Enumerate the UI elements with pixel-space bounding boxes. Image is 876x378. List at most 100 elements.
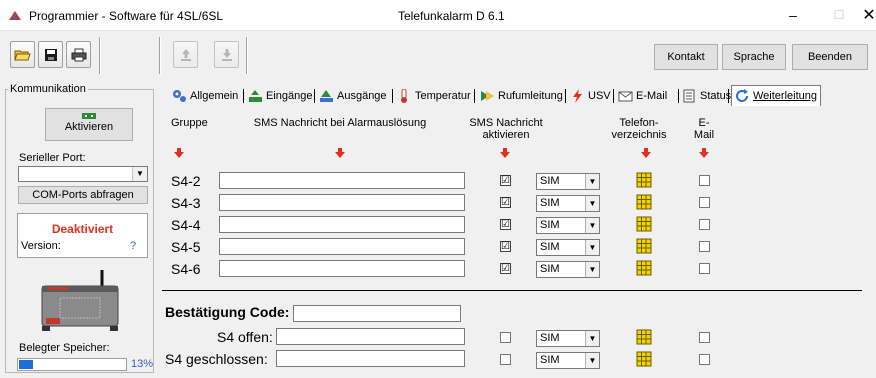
email-checkbox[interactable] <box>699 219 710 230</box>
chevron-down-icon[interactable]: ▼ <box>585 353 599 368</box>
sms-message-input[interactable] <box>219 172 465 189</box>
tab-email[interactable]: E-Mail <box>618 86 667 106</box>
chevron-down-icon[interactable]: ▼ <box>585 331 599 346</box>
version-label: Version: <box>21 240 61 252</box>
sms-message-input[interactable] <box>219 260 465 277</box>
kontakt-button[interactable]: Kontakt <box>654 44 718 70</box>
row-label: S4-4 <box>171 217 201 233</box>
minimize-button[interactable]: – <box>770 0 816 31</box>
tab-usv[interactable]: USV <box>570 86 611 106</box>
envelope-icon <box>618 91 633 102</box>
tab-email-label: E-Mail <box>636 90 668 102</box>
phonebook-icon[interactable] <box>636 329 652 345</box>
email-checkbox[interactable] <box>699 175 710 186</box>
com-ports-button[interactable]: COM-Ports abfragen <box>18 186 148 204</box>
tab-ausgaenge[interactable]: Ausgänge <box>319 86 387 106</box>
output-icon <box>320 90 333 102</box>
open-folder-button[interactable] <box>10 41 35 68</box>
arrow-down-icon <box>641 148 651 158</box>
chevron-down-icon[interactable]: ▼ <box>585 196 599 211</box>
activate-button[interactable]: Aktivieren <box>45 108 133 141</box>
memory-percent: 13% <box>131 358 154 370</box>
mode-select[interactable]: SIM ▼ <box>536 239 600 256</box>
phonebook-icon[interactable] <box>636 260 652 276</box>
email-checkbox[interactable] <box>699 332 710 343</box>
chevron-down-icon[interactable]: ▼ <box>585 218 599 233</box>
sms-activate-checkbox[interactable]: ☑ <box>500 197 511 208</box>
phonebook-icon[interactable] <box>636 172 652 188</box>
download-button[interactable] <box>214 41 239 68</box>
s4-open-input[interactable] <box>276 328 465 345</box>
download-icon <box>221 48 232 61</box>
email-checkbox[interactable] <box>699 241 710 252</box>
sms-message-input[interactable] <box>219 216 465 233</box>
communication-group-title: Kommunikation <box>8 83 88 95</box>
sms-message-input[interactable] <box>219 194 465 211</box>
tab-separator <box>474 89 475 103</box>
serial-port-select[interactable]: ▼ <box>18 166 148 182</box>
mode-select-value: SIM <box>540 175 560 187</box>
close-button[interactable]: ✕ <box>846 0 876 31</box>
s4-closed-label: S4 geschlossen: <box>165 351 268 367</box>
upload-button[interactable] <box>173 41 198 68</box>
tab-strip: Allgemein Eingänge Ausgänge Temperatur R… <box>162 85 876 106</box>
tab-separator <box>243 89 244 103</box>
printer-icon <box>71 48 86 61</box>
email-checkbox[interactable] <box>699 263 710 274</box>
chevron-down-icon[interactable]: ▼ <box>585 174 599 189</box>
sms-activate-checkbox[interactable]: ☑ <box>500 219 511 230</box>
chevron-down-icon[interactable]: ▼ <box>585 240 599 255</box>
phonebook-icon[interactable] <box>636 216 652 232</box>
mode-select[interactable]: SIM ▼ <box>536 217 600 234</box>
mode-select[interactable]: SIM ▼ <box>536 352 600 369</box>
mode-select-value: SIM <box>540 354 560 366</box>
save-button[interactable] <box>38 41 63 68</box>
tab-rufumleitung[interactable]: Rufumleitung <box>480 86 563 106</box>
mode-select[interactable]: SIM ▼ <box>536 330 600 347</box>
toolbar-separator <box>246 37 248 74</box>
memory-progress-fill <box>19 360 33 369</box>
mode-select[interactable]: SIM ▼ <box>536 261 600 278</box>
chevron-down-icon[interactable]: ▼ <box>585 262 599 277</box>
phonebook-icon[interactable] <box>636 194 652 210</box>
email-checkbox[interactable] <box>699 197 710 208</box>
tab-ausgaenge-label: Ausgänge <box>337 90 387 102</box>
header-sms-text: SMS Nachricht bei Alarmauslösung <box>253 117 427 129</box>
mode-select-value: SIM <box>540 332 560 344</box>
confirm-code-input[interactable] <box>293 305 461 322</box>
phonebook-icon[interactable] <box>636 238 652 254</box>
window-title: Programmier - Software für 4SL/6SL <box>29 9 224 23</box>
sms-activate-checkbox[interactable]: ☑ <box>500 241 511 252</box>
tab-eingaenge-label: Eingänge <box>266 90 313 102</box>
print-button[interactable] <box>66 41 91 68</box>
tab-separator <box>728 89 729 103</box>
email-checkbox[interactable] <box>699 354 710 365</box>
sprache-button[interactable]: Sprache <box>722 44 786 70</box>
tab-weiterleitung[interactable]: Weiterleitung <box>731 85 821 106</box>
phonebook-icon[interactable] <box>636 351 652 367</box>
mode-select-value: SIM <box>540 219 560 231</box>
header-gruppe: Gruppe <box>171 117 208 129</box>
tab-eingaenge[interactable]: Eingänge <box>248 86 313 106</box>
sms-activate-checkbox[interactable]: ☑ <box>500 263 511 274</box>
chevron-down-icon[interactable]: ▼ <box>132 167 147 181</box>
s4-closed-input[interactable] <box>276 350 465 367</box>
tab-allgemein[interactable]: Allgemein <box>172 86 238 106</box>
tab-status[interactable]: Status <box>682 86 731 106</box>
gears-icon <box>173 90 186 102</box>
mode-select[interactable]: SIM ▼ <box>536 173 600 190</box>
s4-open-sms-checkbox[interactable] <box>500 332 511 343</box>
thermometer-icon <box>401 89 407 103</box>
tab-temperatur[interactable]: Temperatur <box>397 86 471 106</box>
beenden-button[interactable]: Beenden <box>792 44 868 70</box>
arrow-down-icon <box>174 148 184 158</box>
tab-temperatur-label: Temperatur <box>415 90 471 102</box>
mode-select[interactable]: SIM ▼ <box>536 195 600 212</box>
s4-closed-sms-checkbox[interactable] <box>500 354 511 365</box>
connector-icon <box>82 113 96 119</box>
sms-message-input[interactable] <box>219 238 465 255</box>
confirm-code-label: Bestätigung Code: <box>165 304 290 320</box>
toolbar-separator <box>99 37 101 74</box>
arrow-down-icon <box>699 148 709 158</box>
sms-activate-checkbox[interactable]: ☑ <box>500 175 511 186</box>
